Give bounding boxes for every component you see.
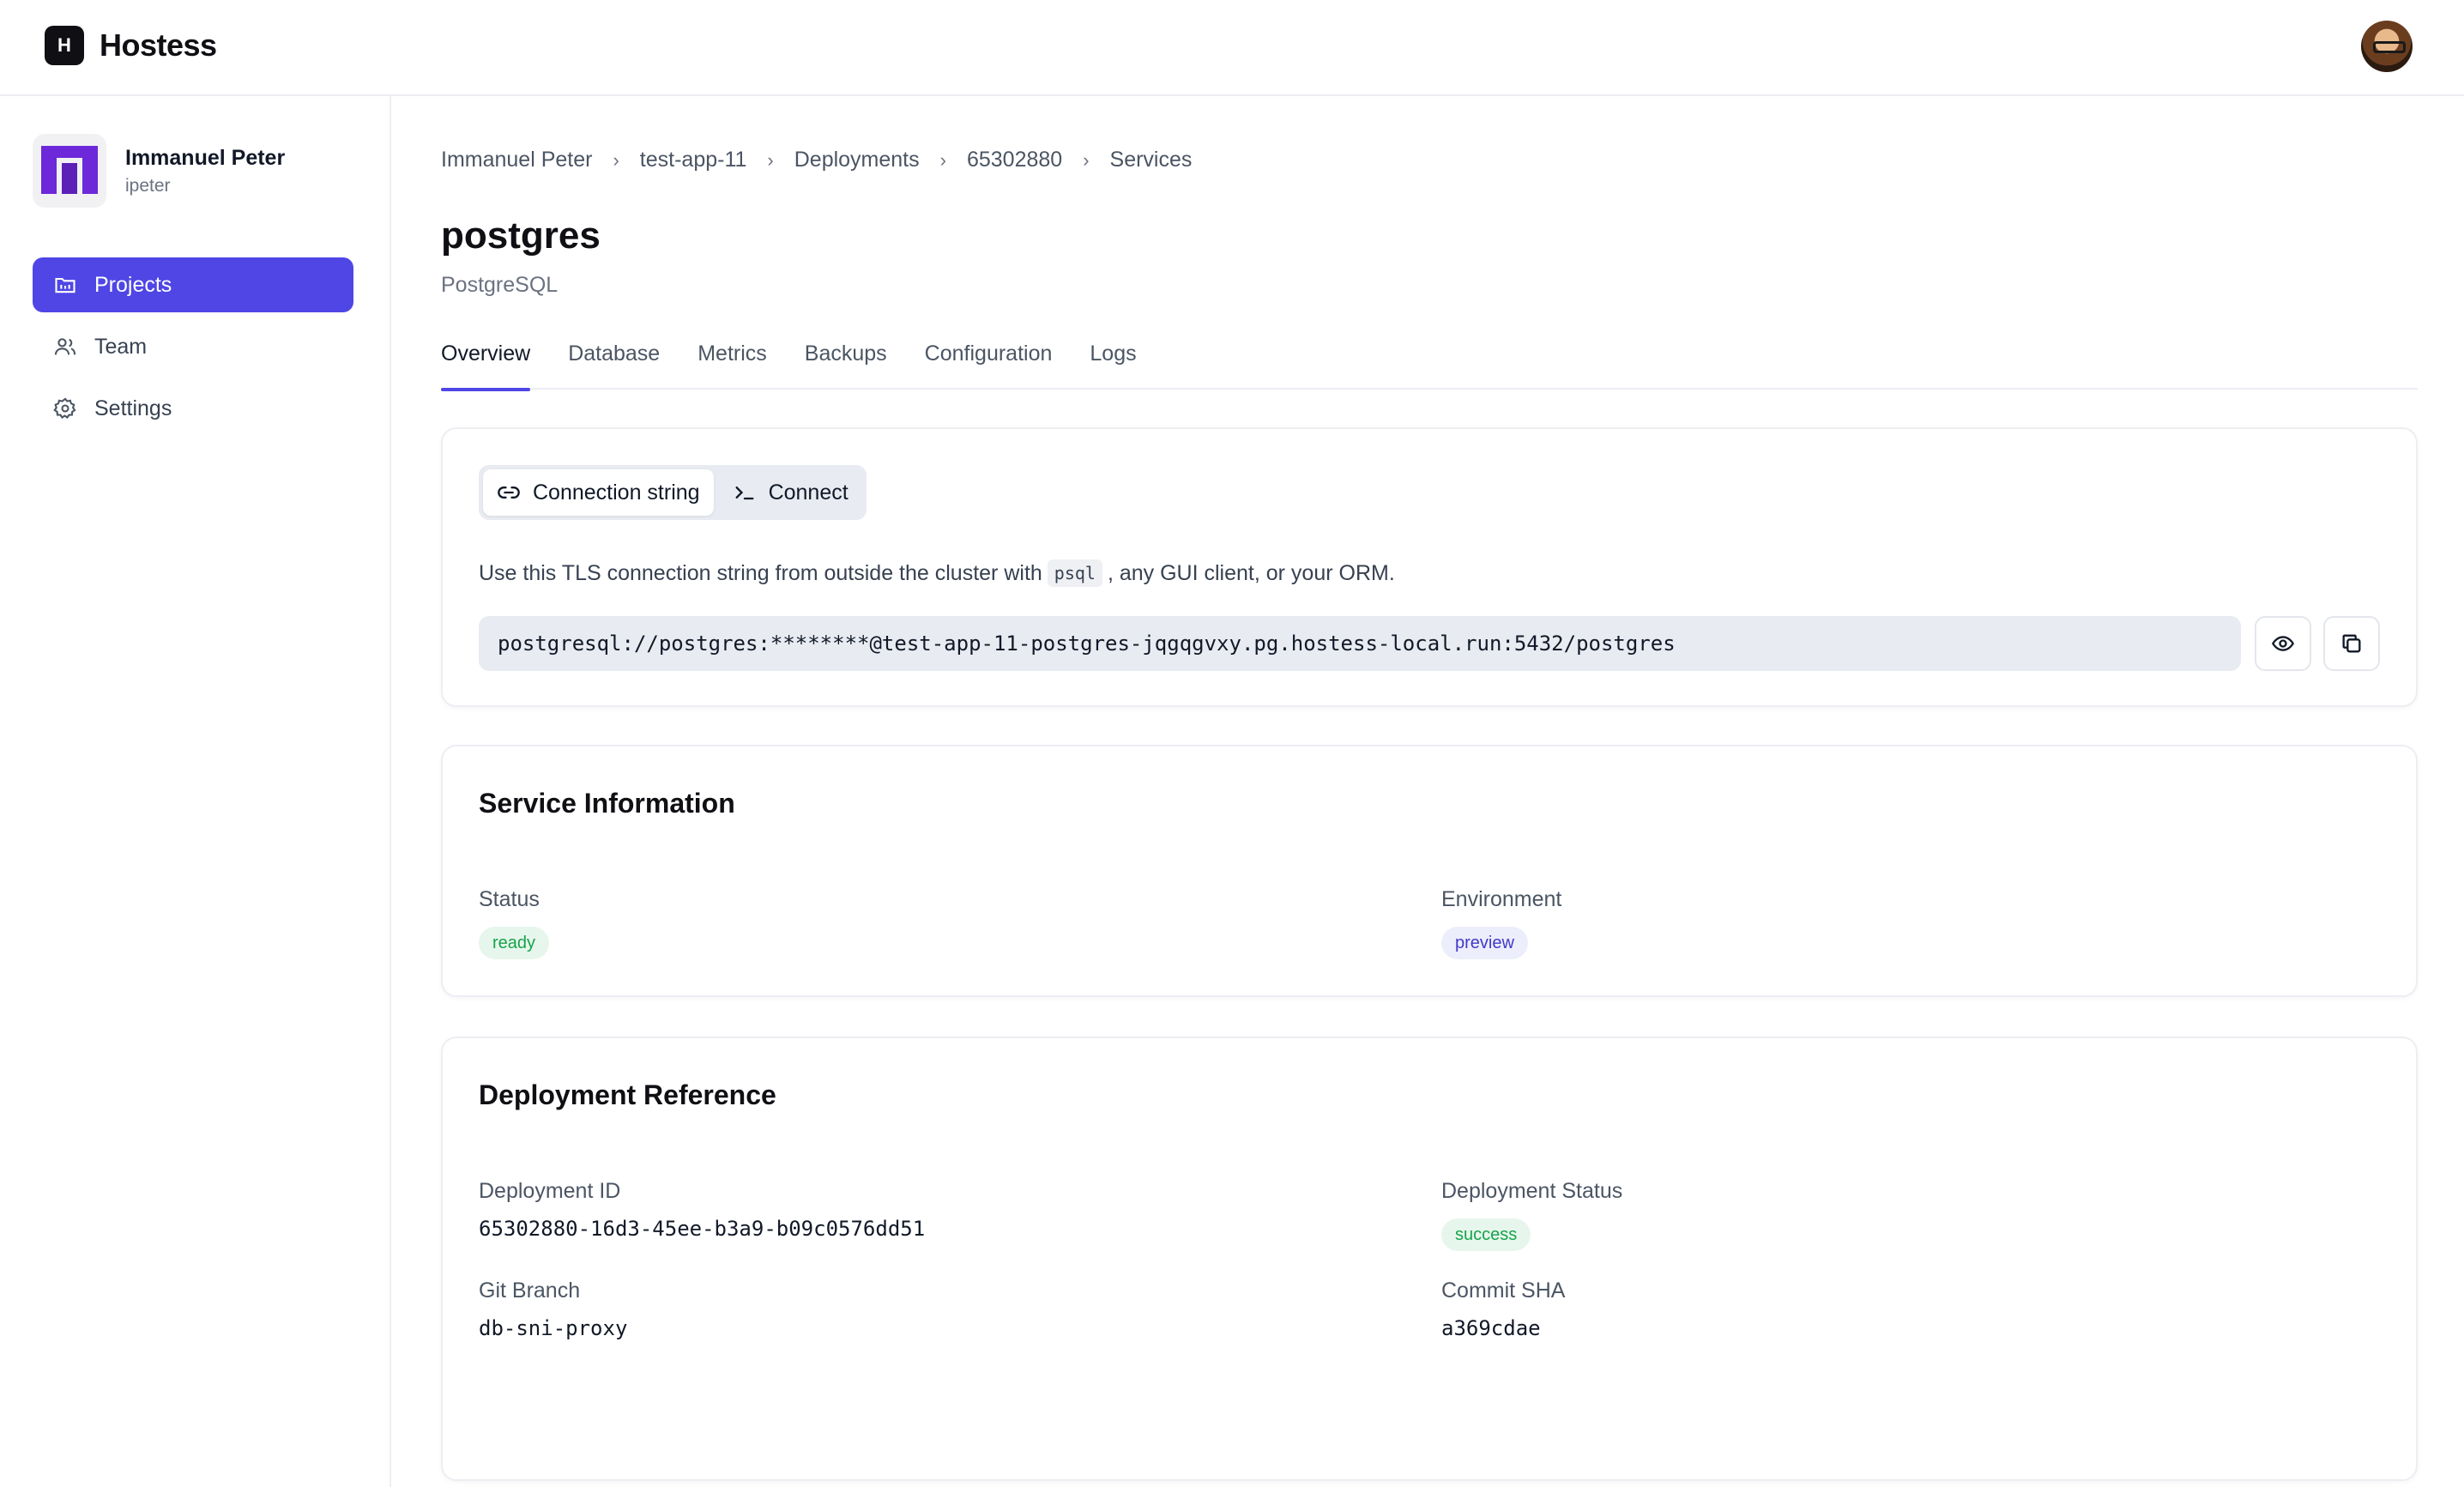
description-text: , any GUI client, or your ORM.	[1107, 560, 1395, 585]
description-text: Use this TLS connection string from outs…	[479, 560, 1042, 585]
sidebar-item-label: Settings	[94, 396, 172, 420]
folder-icon	[55, 277, 75, 293]
commit-sha-label: Commit SHA	[1441, 1278, 1566, 1303]
top-bar: H Hostess	[0, 0, 2464, 96]
tab-metrics[interactable]: Metrics	[698, 333, 767, 390]
breadcrumb-item[interactable]: Immanuel Peter	[441, 148, 592, 172]
commit-sha-value: a369cdae	[1441, 1316, 1541, 1340]
deployment-status-badge: success	[1441, 1218, 1531, 1251]
connection-mode-toggle: Connection string Connect	[479, 465, 867, 520]
status-label: Status	[479, 887, 540, 911]
service-information-card: Service Information Status ready Environ…	[441, 745, 2418, 997]
gear-icon	[53, 397, 76, 419]
git-branch-value: db-sni-proxy	[479, 1316, 628, 1340]
sidebar: Immanuel Peter ipeter Projects Team Sett…	[0, 96, 391, 1487]
segment-label: Connection string	[533, 480, 700, 505]
card-title: Deployment Reference	[479, 1079, 776, 1110]
link-icon	[498, 487, 520, 499]
app-logo[interactable]: H Hostess	[45, 26, 217, 65]
environment-label: Environment	[1441, 887, 1562, 911]
sidebar-item-team[interactable]: Team	[33, 319, 353, 374]
copy-icon	[2342, 634, 2361, 653]
tab-backups[interactable]: Backups	[805, 333, 887, 390]
tab-configuration[interactable]: Configuration	[925, 333, 1053, 390]
user-handle: ipeter	[125, 175, 171, 196]
copy-button[interactable]	[2323, 616, 2380, 671]
tab-logs[interactable]: Logs	[1090, 333, 1136, 390]
account-card[interactable]: Immanuel Peter ipeter	[33, 134, 285, 208]
user-avatar[interactable]	[2361, 21, 2413, 72]
status-badge: ready	[479, 927, 550, 959]
breadcrumb-item[interactable]: 65302880	[967, 148, 1062, 172]
reveal-password-button[interactable]	[2255, 616, 2311, 671]
segment-label: Connect	[768, 480, 849, 505]
breadcrumb-current: Services	[1109, 148, 1193, 172]
connect-button[interactable]: Connect	[719, 469, 862, 516]
sidebar-item-label: Team	[94, 334, 148, 359]
git-branch-label: Git Branch	[479, 1278, 581, 1303]
sidebar-item-settings[interactable]: Settings	[33, 381, 353, 436]
deployment-status-label: Deployment Status	[1441, 1179, 1623, 1203]
sidebar-nav: Projects Team Settings	[33, 257, 353, 443]
tab-overview[interactable]: Overview	[441, 333, 531, 391]
tab-bar: Overview Database Metrics Backups Config…	[441, 333, 2418, 391]
user-name: Immanuel Peter	[125, 145, 286, 170]
inline-code: psql	[1047, 559, 1102, 587]
card-title: Service Information	[479, 788, 735, 819]
breadcrumb: Immanuel Peter › test-app-11 › Deploymen…	[441, 148, 1192, 172]
chevron-right-icon: ›	[939, 148, 946, 171]
chevron-right-icon: ›	[767, 148, 774, 171]
breadcrumb-item[interactable]: Deployments	[794, 148, 920, 172]
page-subtitle: PostgreSQL	[441, 273, 559, 297]
sidebar-item-label: Projects	[94, 272, 172, 297]
sidebar-item-projects[interactable]: Projects	[33, 257, 353, 312]
chevron-right-icon: ›	[613, 148, 619, 171]
environment-badge: preview	[1441, 927, 1528, 959]
terminal-icon	[735, 487, 754, 500]
deployment-id-label: Deployment ID	[479, 1179, 621, 1203]
connection-description: Use this TLS connection string from outs…	[479, 559, 1395, 587]
deployment-reference-card: Deployment Reference Deployment ID 65302…	[441, 1037, 2418, 1481]
org-logo-icon	[33, 134, 106, 208]
tab-database[interactable]: Database	[568, 333, 660, 390]
connection-string-button[interactable]: Connection string	[483, 469, 714, 516]
connection-string-field[interactable]: postgresql://postgres:********@test-app-…	[479, 616, 2241, 671]
chevron-right-icon: ›	[1083, 148, 1090, 171]
app-name: Hostess	[100, 27, 217, 63]
users-icon	[54, 338, 76, 355]
page-title: postgres	[441, 215, 601, 257]
deployment-id-value: 65302880-16d3-45ee-b3a9-b09c0576dd51	[479, 1217, 926, 1241]
breadcrumb-item[interactable]: test-app-11	[640, 148, 747, 172]
eye-icon	[2272, 636, 2294, 651]
logo-mark-icon: H	[45, 26, 84, 65]
connection-card: Connection string Connect Use this TLS c…	[441, 427, 2418, 707]
